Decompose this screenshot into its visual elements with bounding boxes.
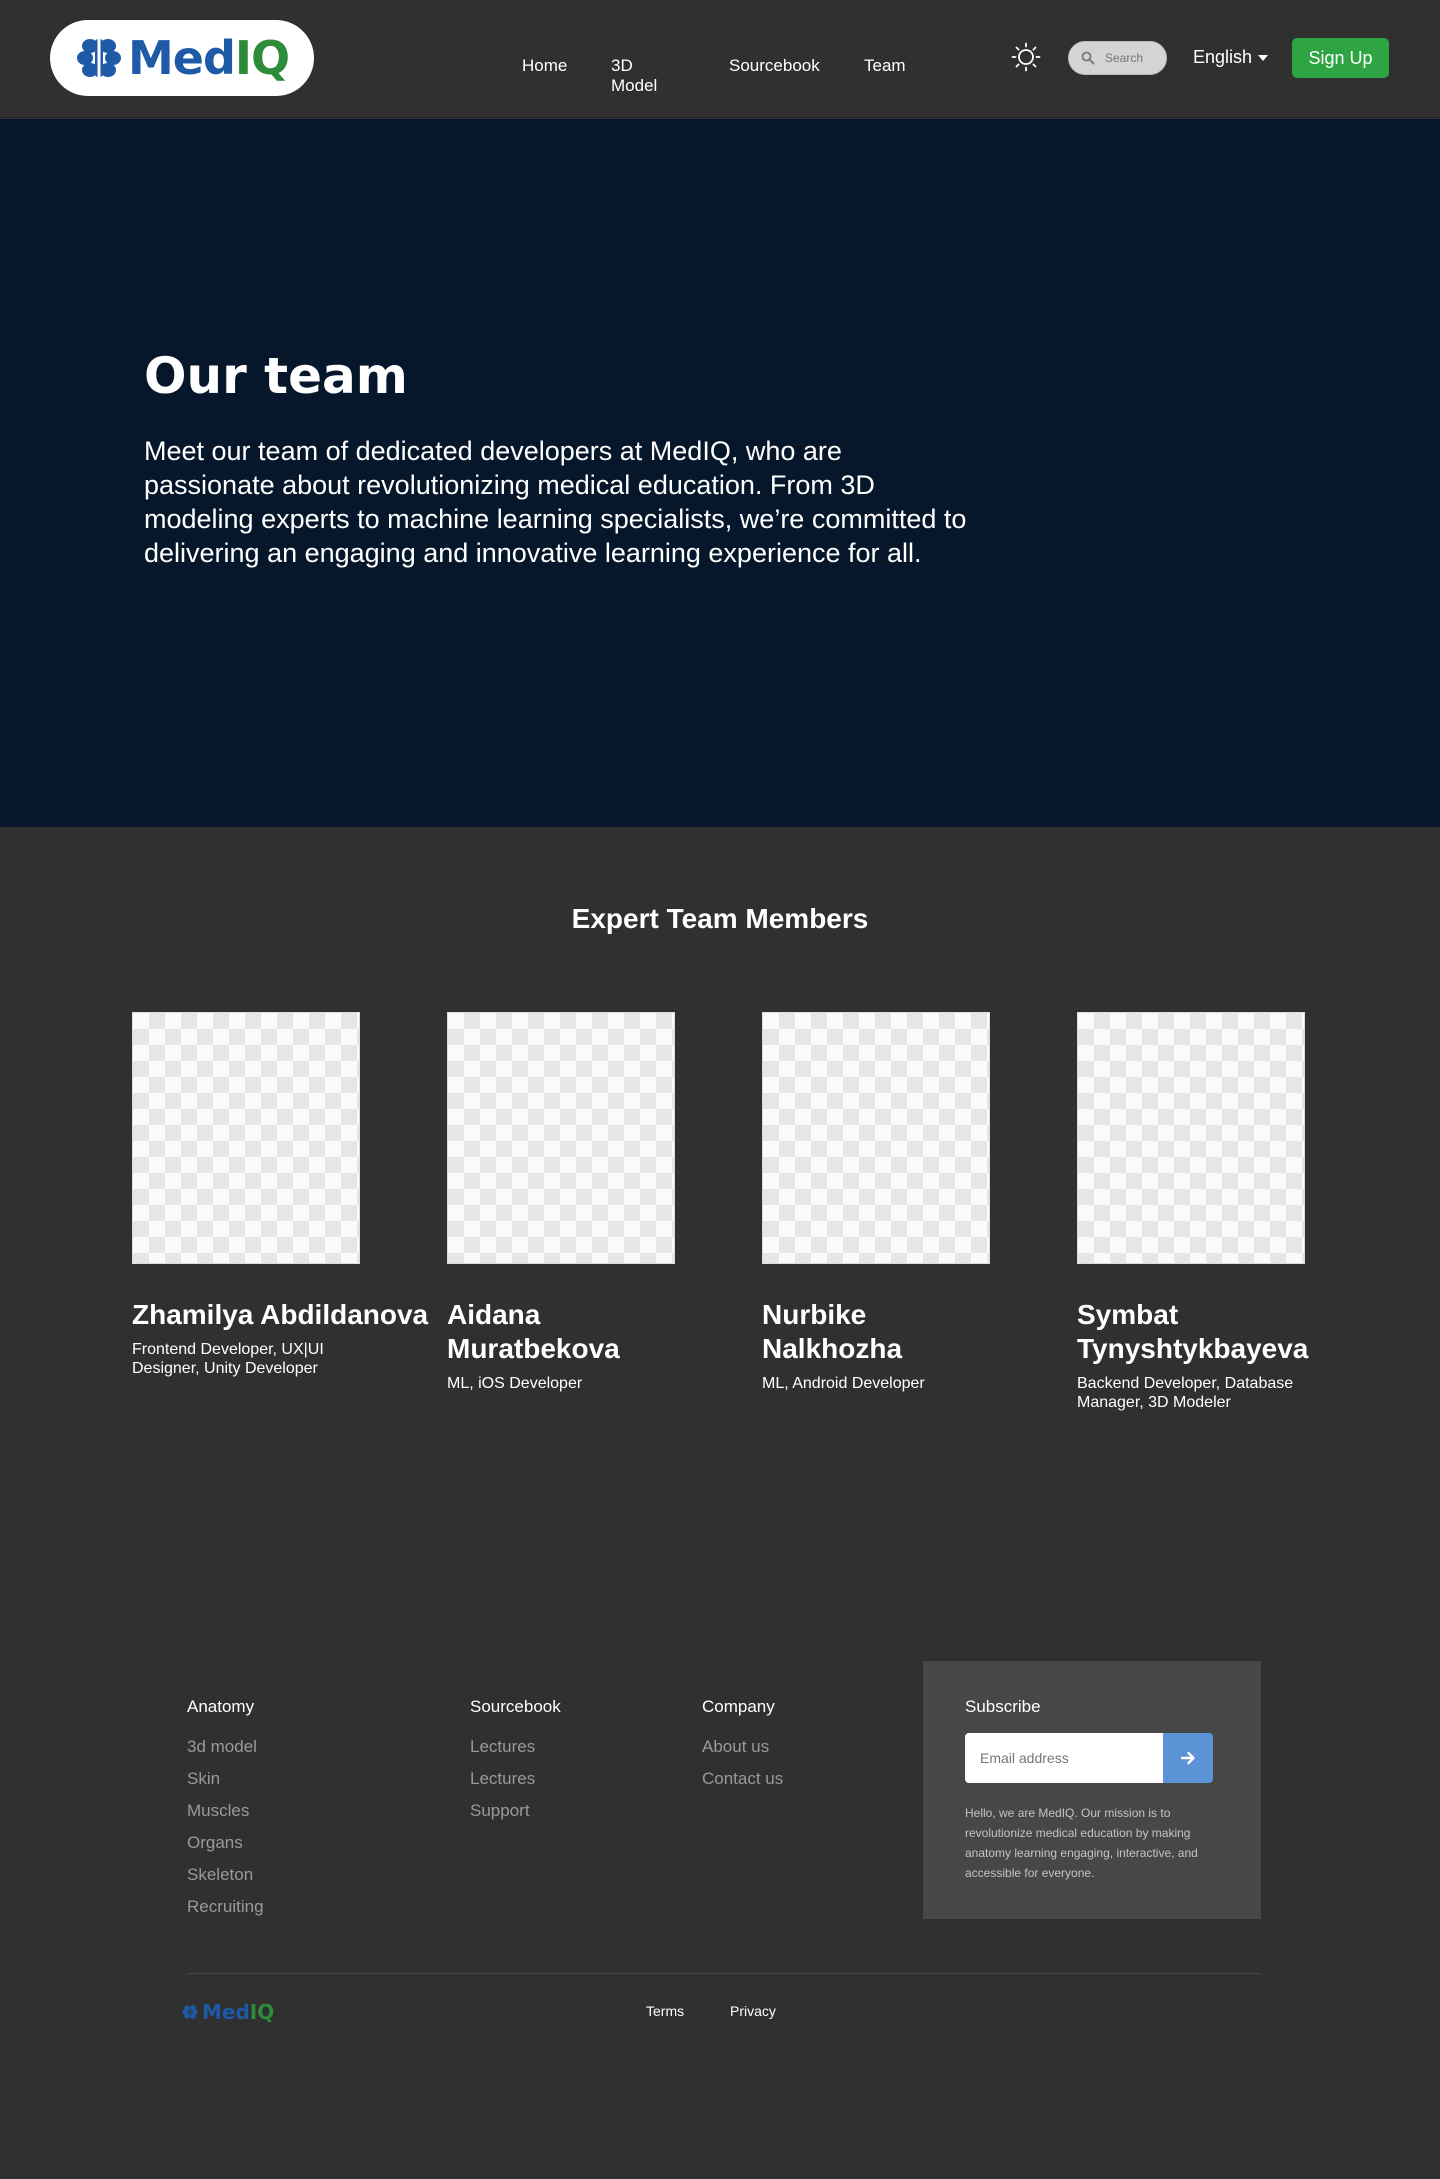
team-section-title: Expert Team Members <box>571 903 869 934</box>
caret-down-icon <box>1258 54 1269 61</box>
search-icon <box>1081 51 1095 65</box>
footer-link[interactable]: Muscles <box>187 1795 264 1827</box>
signup-button[interactable]: Sign Up <box>1292 38 1389 78</box>
member-photo-placeholder <box>447 1012 675 1264</box>
site-header: MedIQ Home 3D Model Sourcebook Team Engl… <box>0 0 1440 118</box>
member-name: Zhamilya Abdildanova <box>132 1299 429 1330</box>
nav-sourcebook[interactable]: Sourcebook <box>729 56 820 76</box>
nav-team[interactable]: Team <box>864 56 906 76</box>
member-name: Symbat Tynyshtykbayeva <box>1077 1299 1309 1364</box>
subscribe-button[interactable] <box>1163 1733 1213 1783</box>
member-role: ML, Android Developer <box>762 1375 925 1392</box>
member-photo-placeholder <box>762 1012 990 1264</box>
footer-link[interactable]: Contact us <box>702 1763 783 1795</box>
team-member-card: Nurbike Nalkhozha ML, Android Developer <box>762 1012 1062 1393</box>
email-field[interactable] <box>965 1733 1163 1783</box>
nav-3d-model[interactable]: 3D Model <box>611 56 657 96</box>
arrow-right-icon <box>1180 1751 1195 1765</box>
member-role: Frontend Developer, UX|UI Designer, Unit… <box>132 1341 324 1377</box>
footer-sourcebook-column: Sourcebook Lectures Lectures Support <box>470 1697 561 1827</box>
footer-heading: Sourcebook <box>470 1697 561 1716</box>
search-input[interactable] <box>1105 51 1157 65</box>
footer-link[interactable]: Skin <box>187 1763 264 1795</box>
footer-link[interactable]: Support <box>470 1795 561 1827</box>
sun-icon[interactable] <box>1011 42 1041 72</box>
member-name: Nurbike Nalkhozha <box>762 1299 903 1364</box>
footer-divider <box>187 1973 1261 1974</box>
nav-home[interactable]: Home <box>522 56 567 76</box>
footer-logo[interactable]: MedIQ <box>182 2000 274 2024</box>
member-photo-placeholder <box>1077 1012 1305 1264</box>
footer-link[interactable]: About us <box>702 1731 783 1763</box>
footer-company-column: Company About us Contact us <box>702 1697 783 1795</box>
team-member-card: Aidana Muratbekova ML, iOS Developer <box>447 1012 747 1393</box>
member-role: Backend Developer, Database Manager, 3D … <box>1077 1375 1294 1411</box>
team-member-card: Zhamilya Abdildanova Frontend Developer,… <box>132 1012 432 1378</box>
logo-text: MedIQ <box>128 31 290 85</box>
subscribe-heading: Subscribe <box>965 1697 1041 1716</box>
member-role: ML, iOS Developer <box>447 1375 583 1392</box>
team-member-card: Symbat Tynyshtykbayeva Backend Developer… <box>1077 1012 1377 1412</box>
subscribe-form <box>965 1733 1261 1783</box>
brain-logo-icon <box>77 37 121 79</box>
logo[interactable]: MedIQ <box>50 20 314 96</box>
footer-link[interactable]: Skeleton <box>187 1859 264 1891</box>
footer-link[interactable]: Lectures <box>470 1763 561 1795</box>
footer-logo-text: MedIQ <box>202 2000 275 2024</box>
terms-link[interactable]: Terms <box>646 2003 684 2019</box>
language-label: English <box>1193 47 1253 67</box>
search-box[interactable] <box>1068 41 1167 75</box>
footer-link[interactable]: 3d model <box>187 1731 264 1763</box>
hero-title: Our team <box>144 347 408 405</box>
footer-anatomy-column: Anatomy 3d model Skin Muscles Organs Ske… <box>187 1697 264 1923</box>
footer-link[interactable]: Recruiting <box>187 1891 264 1923</box>
brain-logo-icon <box>182 2004 198 2020</box>
hero-text: Meet our team of dedicated developers at… <box>144 436 967 568</box>
subscribe-description: Hello, we are MedIQ. Our mission is to r… <box>965 1806 1198 1880</box>
subscribe-panel: Subscribe Hello, we are MedIQ. Our missi… <box>923 1661 1261 1919</box>
privacy-link[interactable]: Privacy <box>730 2003 776 2019</box>
footer-heading: Company <box>702 1697 775 1716</box>
member-photo-placeholder <box>132 1012 360 1264</box>
hero-section: Our team Meet our team of dedicated deve… <box>0 119 1440 827</box>
footer-link[interactable]: Lectures <box>470 1731 561 1763</box>
member-name: Aidana Muratbekova <box>447 1299 620 1364</box>
footer-link[interactable]: Organs <box>187 1827 264 1859</box>
language-dropdown[interactable]: English <box>1193 47 1269 68</box>
footer-heading: Anatomy <box>187 1697 255 1716</box>
